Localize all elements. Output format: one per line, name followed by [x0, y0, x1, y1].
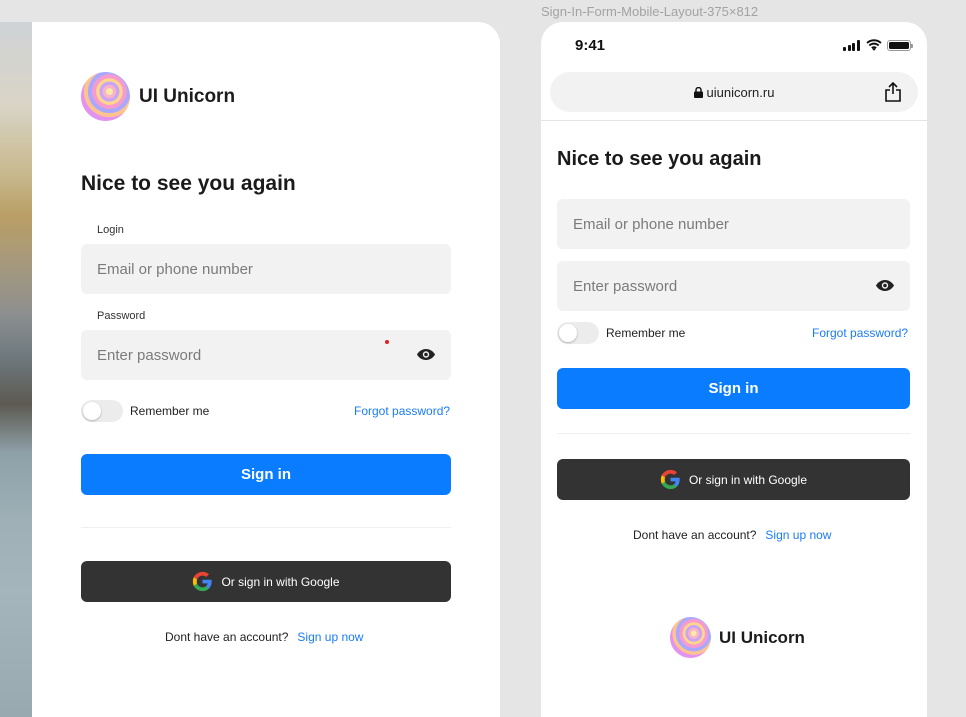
email-placeholder: Email or phone number	[573, 215, 729, 233]
google-signin-button[interactable]: Or sign in with Google	[81, 561, 451, 602]
google-button-label: Or sign in with Google	[221, 574, 340, 589]
url-text: uiunicorn.ru	[706, 84, 775, 100]
sign-in-button[interactable]: Sign in	[557, 368, 910, 409]
status-time: 9:41	[575, 37, 606, 54]
remember-me-toggle[interactable]	[557, 322, 599, 344]
password-placeholder: Enter password	[573, 277, 678, 295]
no-account-text: Dont have an account?	[633, 528, 757, 542]
sign-up-link[interactable]: Sign up now	[765, 528, 831, 542]
sign-in-button[interactable]: Sign in	[81, 454, 451, 495]
desktop-signin-card: UI Unicorn Nice to see you again Login E…	[32, 22, 500, 717]
frame-title: Sign-In-Form-Mobile-Layout-375×812	[541, 4, 759, 19]
password-input[interactable]: Enter password	[81, 330, 451, 380]
brand-name: UI Unicorn	[139, 85, 236, 107]
sign-up-link[interactable]: Sign up now	[297, 630, 363, 644]
eye-icon[interactable]	[876, 280, 894, 291]
signup-prompt: Dont have an account? Sign up now	[633, 528, 831, 542]
battery-icon	[887, 39, 913, 51]
login-label: Login	[97, 224, 124, 236]
page-title: Nice to see you again	[81, 172, 296, 195]
no-account-text: Dont have an account?	[165, 630, 289, 644]
google-icon	[660, 469, 680, 490]
divider	[557, 433, 910, 434]
unicorn-logo-icon	[670, 617, 711, 658]
forgot-password-link[interactable]: Forgot password?	[354, 404, 450, 418]
email-input[interactable]: Email or phone number	[557, 199, 910, 249]
google-signin-button[interactable]: Or sign in with Google	[557, 459, 910, 500]
google-icon	[193, 571, 213, 592]
remember-me-toggle[interactable]	[81, 400, 123, 422]
brand-logo: UI Unicorn	[81, 72, 235, 121]
cursor-dot	[385, 340, 389, 344]
password-placeholder: Enter password	[97, 346, 202, 364]
share-icon[interactable]	[884, 82, 902, 102]
divider	[81, 527, 451, 528]
eye-icon[interactable]	[417, 349, 435, 360]
page-title: Nice to see you again	[557, 148, 762, 170]
email-input[interactable]: Email or phone number	[81, 244, 451, 294]
address-bar[interactable]: uiunicorn.ru	[550, 72, 918, 112]
lock-icon	[693, 86, 703, 98]
signup-prompt: Dont have an account? Sign up now	[165, 630, 363, 644]
forgot-password-link[interactable]: Forgot password?	[812, 326, 908, 340]
remember-me-label: Remember me	[606, 326, 686, 340]
status-icons	[843, 39, 913, 51]
signal-icon	[843, 39, 861, 51]
email-placeholder: Email or phone number	[97, 260, 253, 278]
unicorn-logo-icon	[81, 72, 130, 121]
brand-logo: UI Unicorn	[670, 617, 805, 658]
mobile-signin-frame: 9:41 uiunicorn.ru Nice to see you again …	[541, 22, 927, 717]
password-label: Password	[97, 310, 146, 322]
remember-me-label: Remember me	[130, 404, 210, 418]
password-input[interactable]: Enter password	[557, 261, 910, 311]
google-button-label: Or sign in with Google	[688, 472, 808, 487]
brand-name: UI Unicorn	[719, 627, 805, 647]
browser-divider	[541, 120, 927, 121]
wifi-icon	[866, 39, 882, 51]
